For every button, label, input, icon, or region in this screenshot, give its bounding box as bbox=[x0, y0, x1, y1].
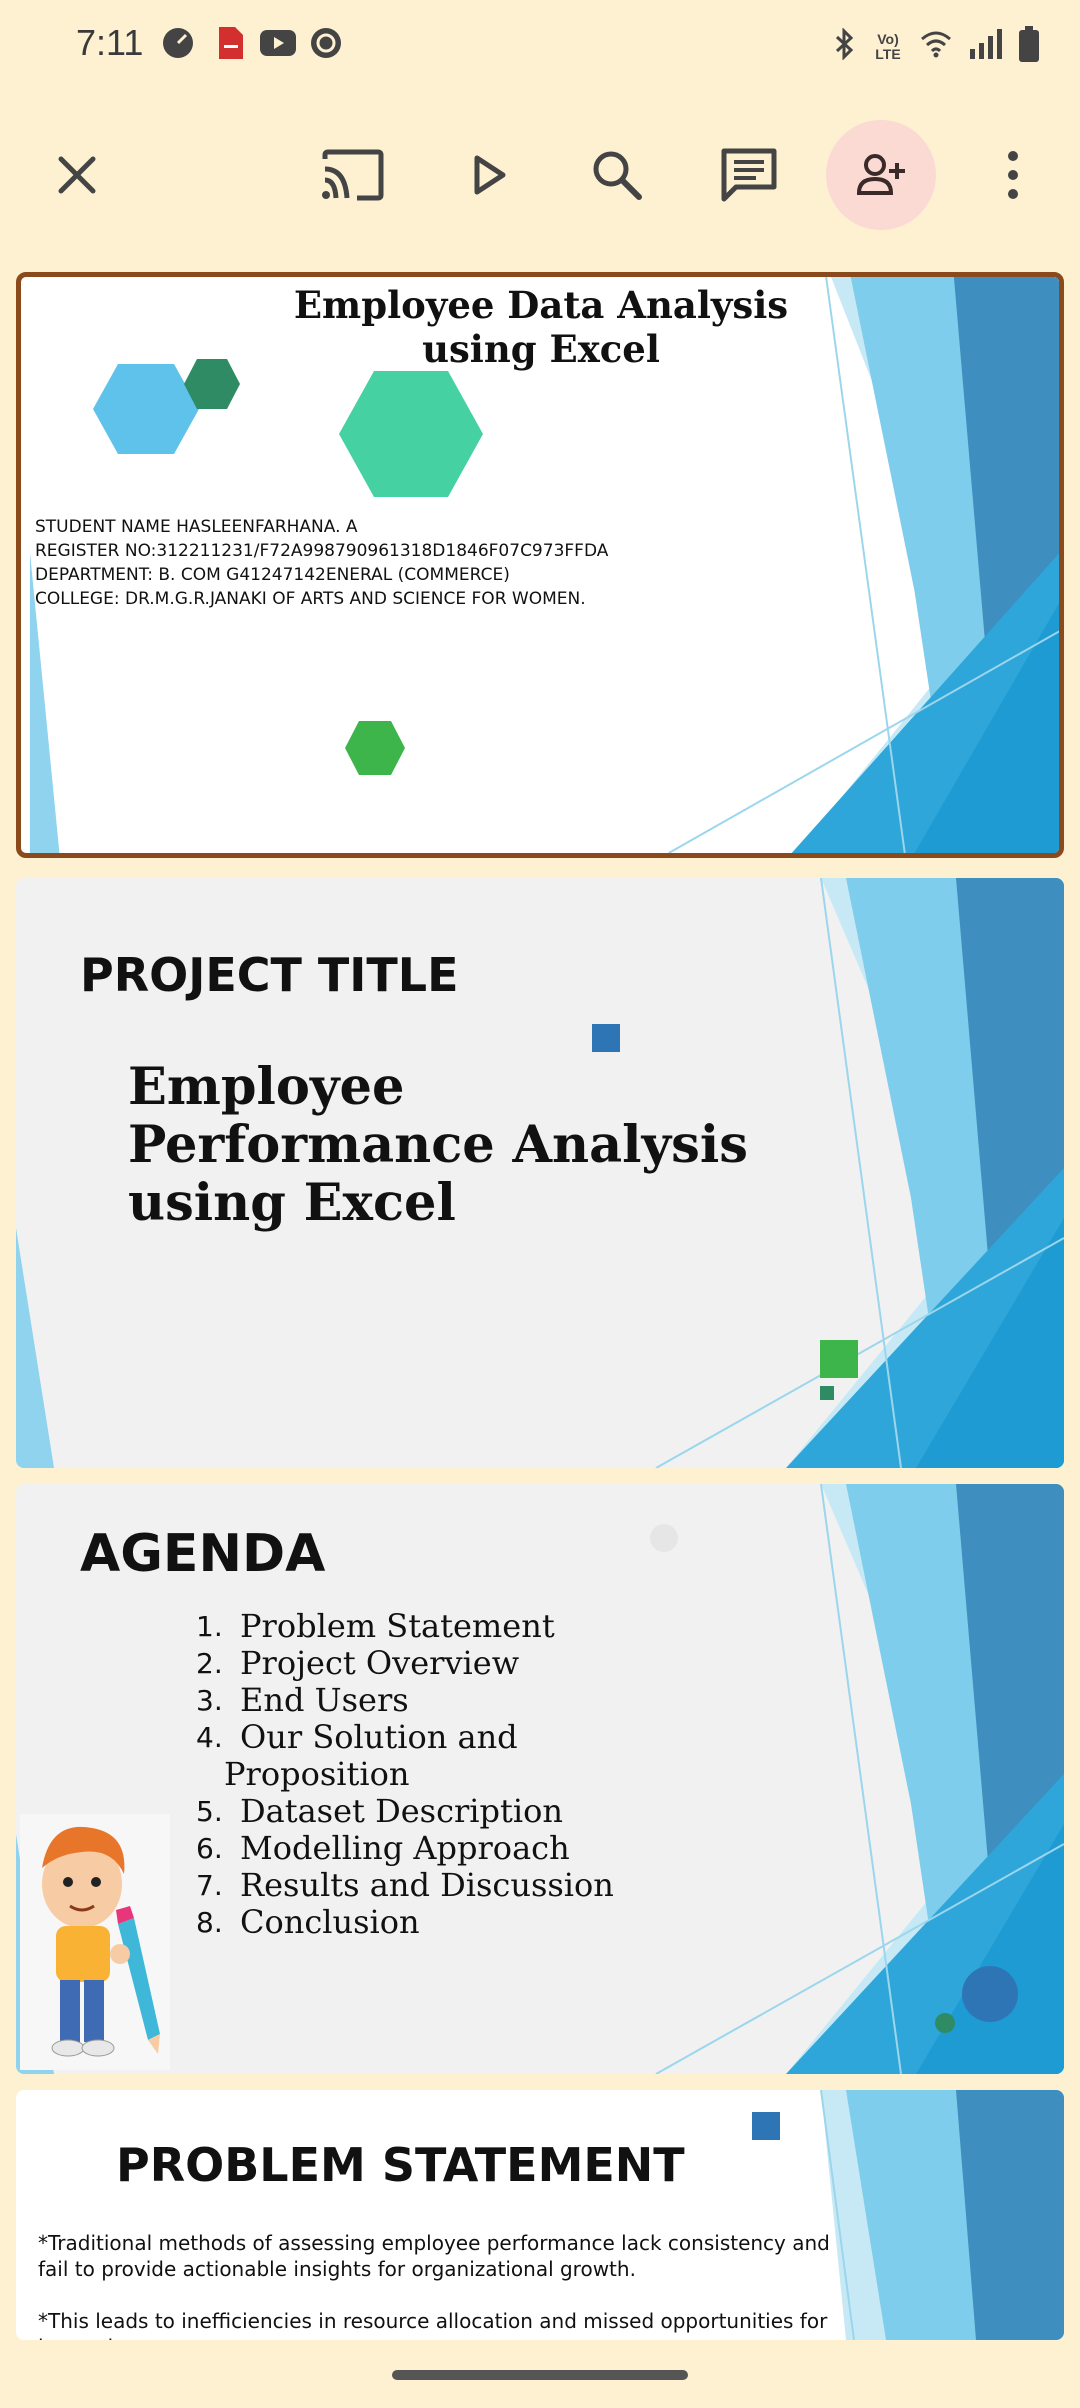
volte-icon: Vo) LTE bbox=[875, 30, 901, 62]
status-time: 7:11 bbox=[76, 22, 144, 63]
viewer-toolbar bbox=[0, 110, 1080, 240]
slide-thumbnail-1[interactable]: Employee Data Analysis using Excel STUDE… bbox=[16, 272, 1064, 858]
slide2-heading: PROJECT TITLE bbox=[80, 948, 459, 1002]
register-no: REGISTER NO:312211231/F72A998790961318D1… bbox=[35, 541, 609, 561]
boy-with-pencil-illustration bbox=[20, 1814, 170, 2070]
square-shape bbox=[820, 1386, 834, 1400]
agenda-item: 4. Our Solution and bbox=[196, 1718, 518, 1756]
home-indicator[interactable] bbox=[392, 2370, 688, 2380]
agenda-item: 8. Conclusion bbox=[196, 1903, 420, 1941]
cast-icon bbox=[322, 149, 384, 201]
close-button[interactable] bbox=[22, 120, 132, 230]
record-icon bbox=[308, 26, 344, 60]
play-icon bbox=[474, 155, 506, 195]
agenda-item: 6. Modelling Approach bbox=[196, 1829, 570, 1867]
slide2-title: Employee Performance Analysis using Exce… bbox=[128, 1057, 748, 1233]
square-shape bbox=[592, 1024, 620, 1052]
slide-thumbnail-3[interactable]: AGENDA 1. Problem Statement 2. Project Ove… bbox=[16, 1484, 1064, 2074]
hexagon-shape bbox=[339, 371, 483, 497]
college: COLLEGE: DR.M.G.R.JANAKI OF ARTS AND SCI… bbox=[35, 589, 586, 609]
bluetooth-icon bbox=[834, 27, 856, 65]
search-icon bbox=[593, 151, 642, 200]
student-name: STUDENT NAME HASLEENFARHANA. A bbox=[35, 517, 358, 537]
agenda-item: Proposition bbox=[224, 1755, 410, 1793]
slide1-student-info: STUDENT NAME HASLEENFARHANA. A REGISTER … bbox=[35, 515, 608, 611]
more-vert-icon bbox=[1008, 151, 1018, 199]
add-person-icon bbox=[856, 154, 905, 195]
status-bar: 7:11 Vo) LTE bbox=[0, 0, 1080, 90]
slide-thumbnail-2[interactable]: PROJECT TITLE Employee Performance Analy… bbox=[16, 878, 1064, 1468]
agenda-list: 1. Problem Statement 2. Project Overview 3… bbox=[196, 1608, 614, 1941]
slide4-heading: PROBLEM STATEMENT bbox=[116, 2138, 685, 2192]
department: DEPARTMENT: B. COM G41247142ENERAL (COMM… bbox=[35, 565, 510, 585]
agenda-item: 3. End Users bbox=[196, 1681, 409, 1719]
comment-icon bbox=[721, 148, 777, 202]
more-options-button[interactable] bbox=[958, 120, 1068, 230]
youtube-icon bbox=[258, 26, 298, 60]
hexagon-shape bbox=[345, 721, 405, 775]
agenda-item: 5. Dataset Description bbox=[196, 1792, 563, 1830]
battery-icon bbox=[1018, 26, 1040, 67]
wifi-icon bbox=[920, 30, 952, 63]
slide3-heading: AGENDA bbox=[80, 1524, 326, 1584]
square-shape bbox=[752, 2112, 780, 2140]
slide4-body: *Traditional methods of assessing employ… bbox=[38, 2230, 858, 2340]
slide-thumbnail-4[interactable]: PROBLEM STATEMENT *Traditional methods o… bbox=[16, 2090, 1064, 2340]
close-icon bbox=[58, 156, 96, 194]
problem-paragraph: *This leads to inefficiencies in resourc… bbox=[38, 2309, 828, 2340]
hexagon-shape bbox=[184, 359, 240, 409]
cast-button[interactable] bbox=[298, 120, 408, 230]
agenda-item: 2. Project Overview bbox=[196, 1644, 520, 1682]
agenda-item: 1. Problem Statement bbox=[196, 1607, 555, 1645]
pdf-icon bbox=[216, 26, 246, 60]
speed-icon bbox=[160, 26, 196, 60]
slide1-title: Employee Data Analysis using Excel bbox=[293, 283, 789, 371]
search-button[interactable] bbox=[562, 120, 672, 230]
agenda-item: 7. Results and Discussion bbox=[196, 1866, 614, 1904]
signal-icon bbox=[968, 29, 1002, 64]
share-button[interactable] bbox=[826, 120, 936, 230]
comments-button[interactable] bbox=[694, 120, 804, 230]
present-button[interactable] bbox=[434, 120, 544, 230]
problem-paragraph: *Traditional methods of assessing employ… bbox=[38, 2231, 830, 2281]
square-shape bbox=[820, 1340, 858, 1378]
